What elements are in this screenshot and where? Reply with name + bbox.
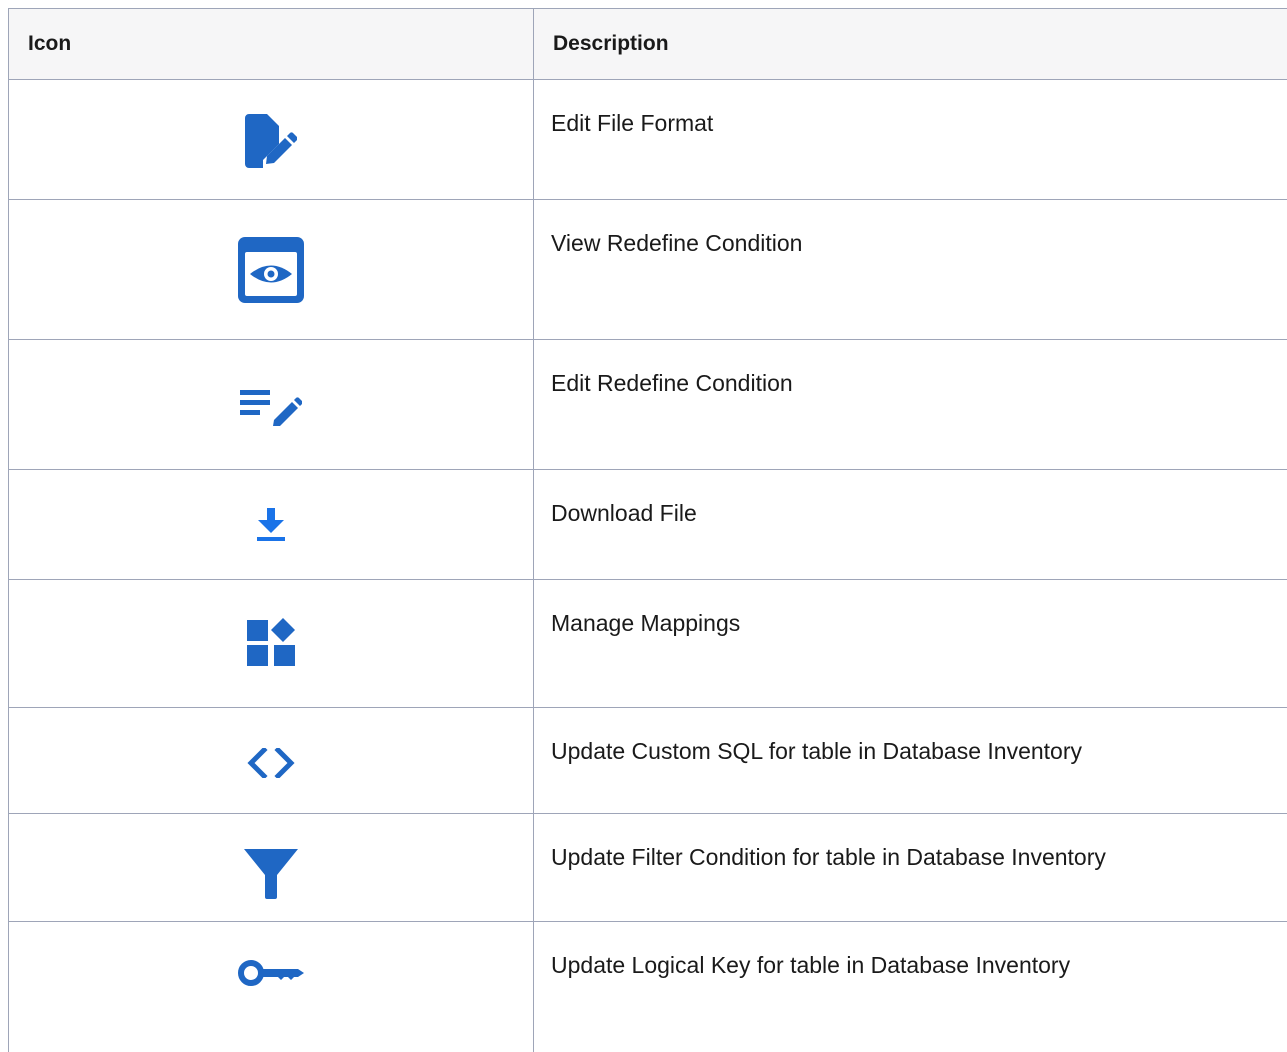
icon-description-table: Icon Description Edit File Format (8, 8, 1287, 1052)
description-cell: Edit Redefine Condition (534, 340, 1287, 470)
description-cell: Edit File Format (534, 80, 1287, 200)
description-cell: Update Custom SQL for table in Database … (534, 708, 1287, 814)
description-cell: View Redefine Condition (534, 200, 1287, 340)
icon-cell (9, 580, 534, 708)
icon-cell (9, 708, 534, 814)
table-header-row: Icon Description (9, 9, 1287, 80)
edit-file-icon (245, 114, 297, 173)
table-row: Edit File Format (9, 80, 1287, 200)
table-row: Update Custom SQL for table in Database … (9, 708, 1287, 814)
widgets-icon (247, 618, 295, 671)
icon-cell (9, 200, 534, 340)
header-description: Description (534, 9, 1287, 80)
icon-cell (9, 340, 534, 470)
icon-cell (9, 922, 534, 1052)
description-cell: Update Logical Key for table in Database… (534, 922, 1287, 1052)
edit-list-pencil-icon (240, 390, 302, 431)
table-row: Manage Mappings (9, 580, 1287, 708)
description-cell: Update Filter Condition for table in Dat… (534, 814, 1287, 922)
table-row: Edit Redefine Condition (9, 340, 1287, 470)
key-icon (238, 960, 304, 991)
table-row: Download File (9, 470, 1287, 580)
download-arrow-icon (256, 508, 286, 547)
icon-cell (9, 814, 534, 922)
code-brackets-icon (246, 748, 296, 783)
view-eye-window-icon (238, 237, 304, 308)
table-row: View Redefine Condition (9, 200, 1287, 340)
table-row: Update Filter Condition for table in Dat… (9, 814, 1287, 922)
icon-cell (9, 470, 534, 580)
header-icon: Icon (9, 9, 534, 80)
filter-funnel-icon (244, 849, 298, 904)
table-row: Update Logical Key for table in Database… (9, 922, 1287, 1052)
description-cell: Manage Mappings (534, 580, 1287, 708)
description-cell: Download File (534, 470, 1287, 580)
icon-cell (9, 80, 534, 200)
